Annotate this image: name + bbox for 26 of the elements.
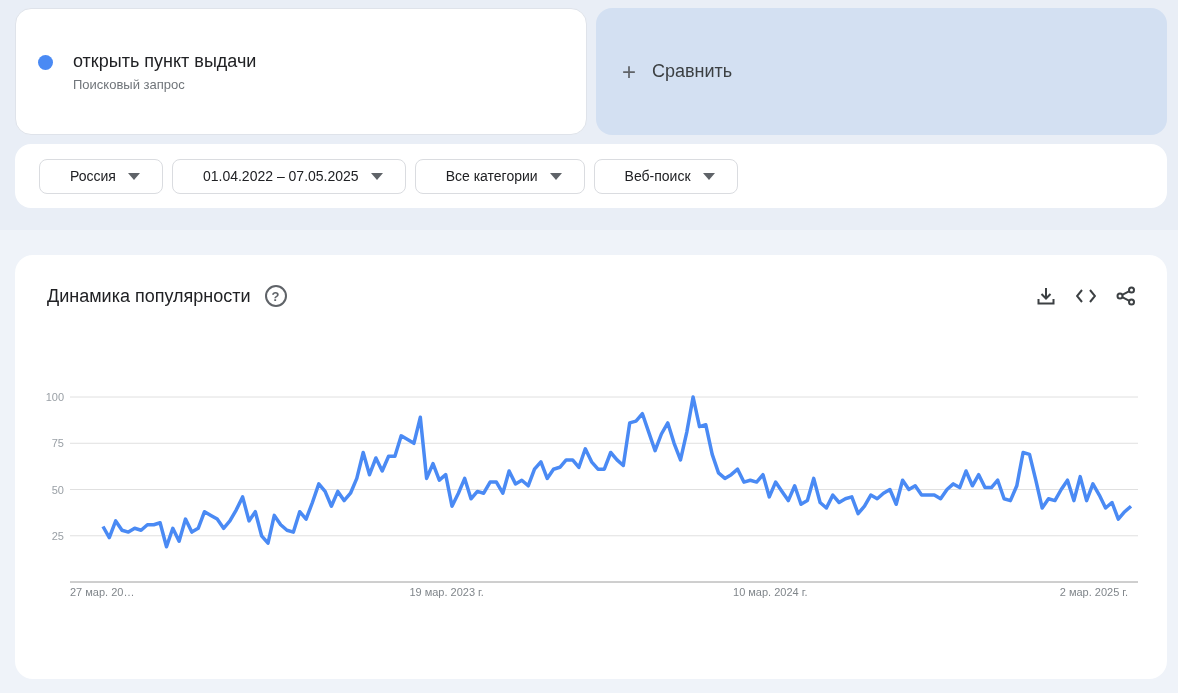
compare-button[interactable]: + Сравнить	[596, 8, 1167, 135]
y-axis-label: 75	[51, 437, 64, 450]
y-axis-label: 100	[45, 391, 64, 403]
share-icon	[1116, 286, 1136, 306]
caret-icon	[702, 172, 715, 180]
download-icon	[1037, 287, 1055, 305]
search-term: открыть пункт выдачи	[73, 51, 257, 72]
x-axis-label: 19 мар. 2023 г.	[409, 586, 484, 598]
x-axis-label: 10 мар. 2024 г.	[733, 586, 808, 598]
caret-icon	[370, 172, 383, 180]
filter-dropdown[interactable]: Веб-поиск	[593, 158, 738, 194]
x-axis-label: 27 мар. 20…	[70, 586, 135, 598]
card-title: Динамика популярности	[47, 285, 251, 307]
caret-icon	[127, 172, 140, 180]
share-button[interactable]	[1115, 285, 1137, 307]
download-button[interactable]	[1035, 285, 1057, 307]
filter-dropdown[interactable]: 01.04.2022 – 07.05.2025	[171, 158, 406, 194]
y-axis-label: 25	[51, 529, 64, 542]
x-axis-label: 2 мар. 2025 г.	[1059, 586, 1129, 598]
help-icon[interactable]: ?	[264, 285, 287, 307]
search-term-type: Поисковый запрос	[73, 77, 186, 92]
code-icon	[1076, 289, 1096, 303]
caret-icon	[549, 172, 562, 180]
filter-dropdown[interactable]: Все категории	[414, 158, 585, 194]
filter-dropdown[interactable]: Россия	[39, 158, 163, 194]
y-axis-label: 50	[51, 483, 64, 496]
